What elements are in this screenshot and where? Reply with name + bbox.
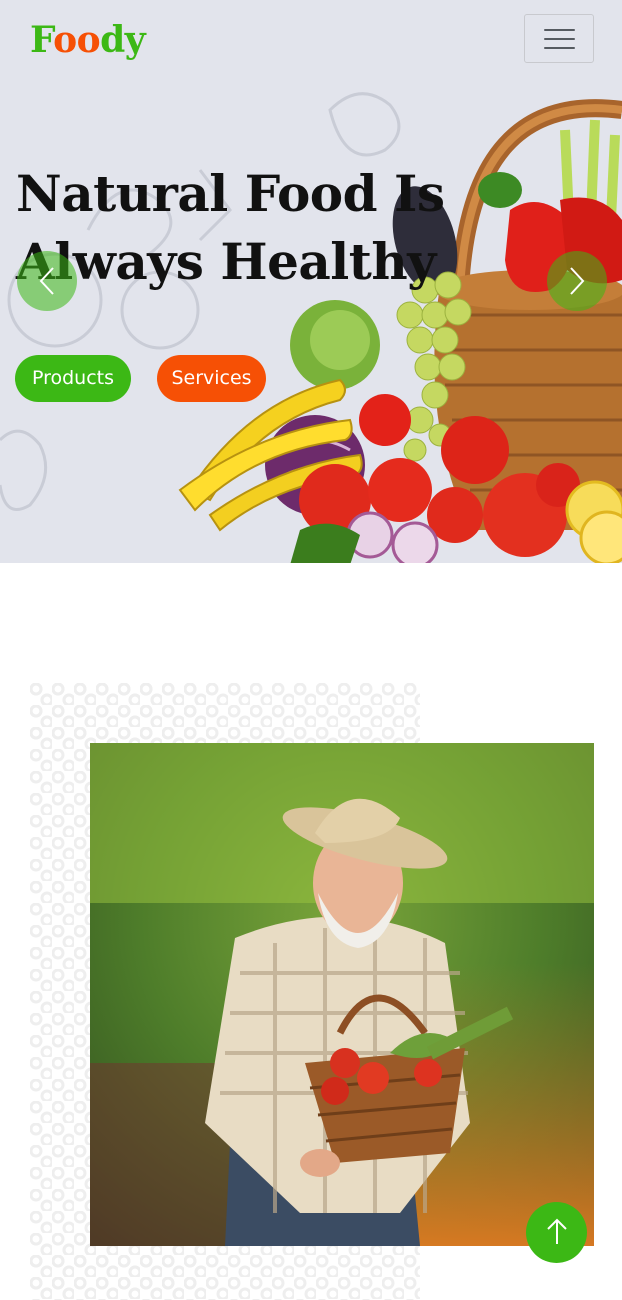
brand-letter: F bbox=[30, 19, 54, 61]
navbar-toggle-button[interactable] bbox=[524, 14, 594, 63]
arrow-up-icon bbox=[547, 1218, 567, 1244]
farmer-image bbox=[90, 743, 594, 1246]
brand-letter: o bbox=[53, 19, 77, 61]
services-button[interactable]: Services bbox=[157, 355, 266, 402]
hero-title-line-1: Natural Food Is bbox=[16, 164, 445, 223]
chevron-right-icon bbox=[570, 267, 585, 295]
hero-title: Natural Food Is Always Healthy bbox=[16, 160, 456, 296]
chevron-left-icon bbox=[39, 267, 54, 295]
carousel-next-button[interactable] bbox=[547, 251, 607, 311]
navbar: Foody bbox=[0, 0, 622, 80]
hero-carousel: Natural Food Is Always Healthy Products … bbox=[0, 0, 622, 563]
hero-title-line-2: Always Healthy bbox=[16, 232, 436, 291]
products-button[interactable]: Products bbox=[15, 355, 131, 402]
back-to-top-button[interactable] bbox=[526, 1202, 587, 1263]
brand-logo[interactable]: Foody bbox=[30, 16, 146, 64]
brand-letter: d bbox=[100, 19, 125, 61]
brand-letter: y bbox=[124, 19, 146, 61]
carousel-prev-button[interactable] bbox=[17, 251, 77, 311]
brand-letter: o bbox=[76, 19, 101, 61]
